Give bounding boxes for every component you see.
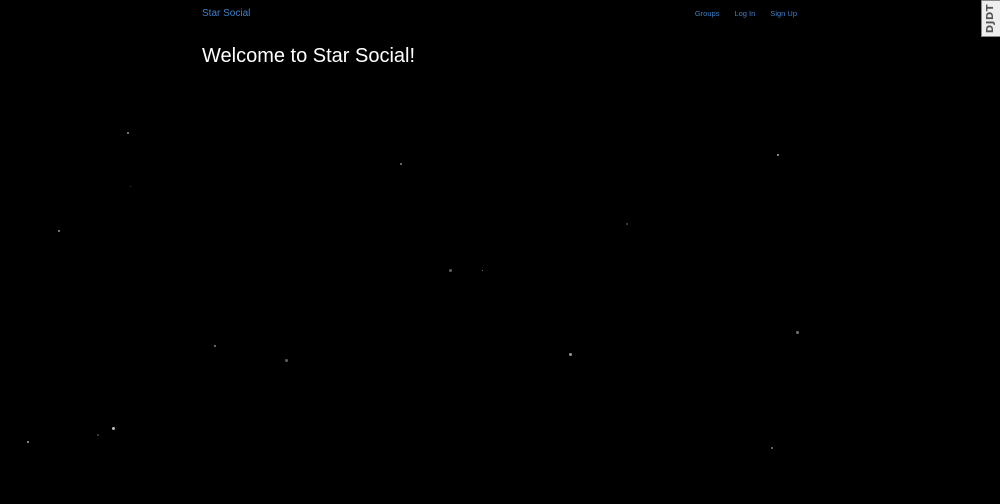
nav-links: Groups Log In Sign Up bbox=[695, 9, 797, 18]
star bbox=[449, 269, 452, 272]
star bbox=[127, 132, 129, 134]
star bbox=[130, 186, 131, 187]
nav-link-log-in[interactable]: Log In bbox=[734, 9, 755, 18]
star bbox=[400, 163, 402, 165]
star bbox=[626, 223, 628, 225]
star bbox=[214, 345, 216, 347]
debug-toolbar-handle[interactable]: DJDT bbox=[981, 0, 1000, 37]
brand-link[interactable]: Star Social bbox=[202, 8, 250, 19]
star bbox=[112, 427, 115, 430]
star bbox=[97, 434, 99, 436]
star bbox=[27, 441, 29, 443]
star bbox=[285, 359, 288, 362]
debug-toolbar-label: DJDT bbox=[985, 3, 997, 34]
page: Star Social Groups Log In Sign Up Welcom… bbox=[0, 0, 1000, 504]
star bbox=[771, 447, 773, 449]
page-title: Welcome to Star Social! bbox=[202, 45, 416, 67]
star bbox=[569, 353, 572, 356]
nav-link-sign-up[interactable]: Sign Up bbox=[770, 9, 797, 18]
star bbox=[58, 230, 60, 232]
nav-link-groups[interactable]: Groups bbox=[695, 9, 720, 18]
navbar: Star Social Groups Log In Sign Up bbox=[0, 0, 1000, 28]
star bbox=[777, 154, 779, 156]
star bbox=[482, 270, 483, 271]
star bbox=[796, 331, 799, 334]
